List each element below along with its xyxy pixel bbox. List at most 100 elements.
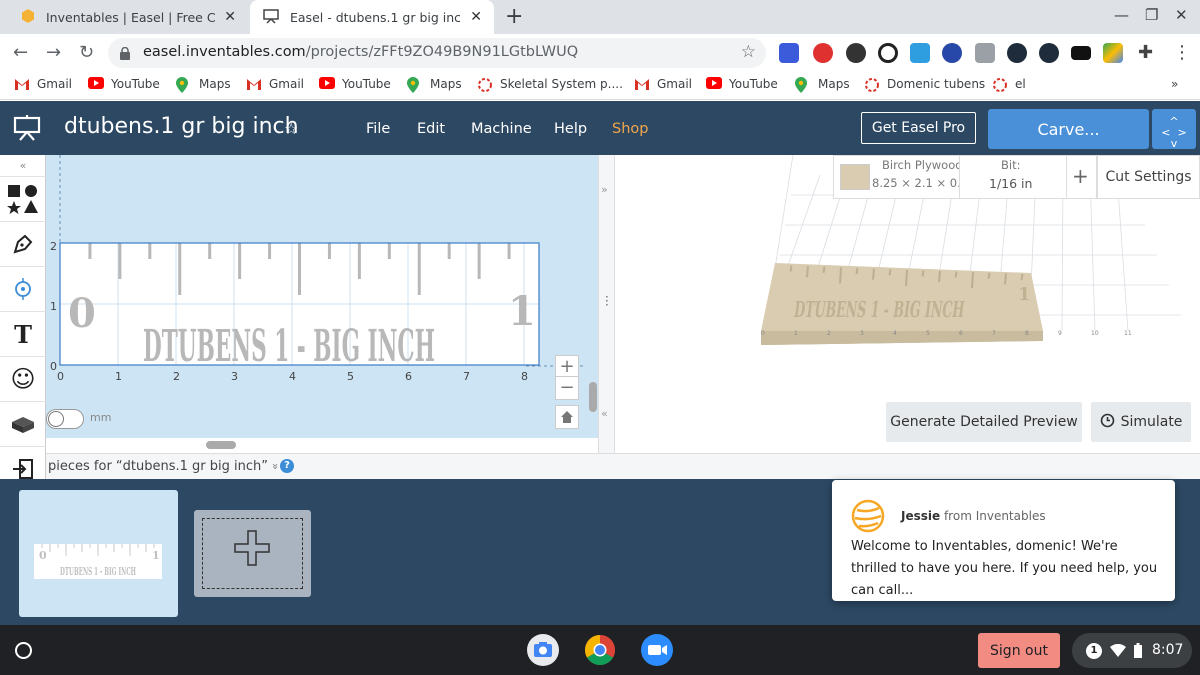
zoom-out-button[interactable]: − (555, 376, 579, 400)
sign-out-button[interactable]: Sign out (978, 633, 1060, 668)
tab-inventables[interactable]: Inventables | Easel | Free CNC Sc ✕ (8, 0, 248, 34)
bookmark-maps[interactable]: Maps (407, 77, 462, 93)
youtube-icon (88, 77, 104, 91)
icon-tool-smiley-icon[interactable]: ☺ (0, 357, 46, 402)
workpieces-label[interactable]: pieces for “dtubens.1 gr big inch” » (48, 459, 282, 474)
project-title[interactable]: dtubens.1 gr big inch (64, 114, 299, 139)
carve-button[interactable]: Carve... (988, 109, 1149, 149)
add-workpiece-button[interactable] (194, 510, 311, 597)
generate-detailed-preview-button[interactable]: Generate Detailed Preview (886, 402, 1082, 442)
easel-header: dtubens.1 gr big inch ☆ File Edit Machin… (0, 101, 1200, 155)
extension-shield-2-icon[interactable] (1039, 43, 1059, 63)
extension-target-icon[interactable] (878, 43, 898, 63)
extension-monitor-icon[interactable] (1071, 46, 1091, 60)
vertical-scrollbar[interactable] (589, 382, 597, 412)
workpiece-thumbnail[interactable]: 0 1 DTUBENS 1 - BIG INCH (19, 490, 178, 617)
preview-ruler-tick (921, 270, 925, 277)
minimize-icon[interactable]: — (1114, 6, 1129, 24)
text-tool-icon[interactable]: T (0, 312, 46, 357)
back-arrow-icon[interactable]: ← (13, 42, 28, 63)
camera-app-icon[interactable] (527, 634, 559, 666)
horizontal-scrollbar[interactable] (206, 441, 236, 449)
close-tab-icon[interactable]: ✕ (224, 9, 236, 25)
more-menu-icon[interactable]: ⋮ (1173, 42, 1191, 63)
bookmark-youtube[interactable]: YouTube (706, 77, 778, 91)
cut-settings-button[interactable]: Cut Settings (1097, 155, 1200, 199)
menu-edit[interactable]: Edit (417, 121, 445, 137)
drag-handle-icon[interactable]: · · · (605, 291, 609, 311)
bookmark-el[interactable]: el (992, 77, 1026, 92)
bit-value[interactable]: 1/16 in (989, 176, 1032, 191)
expand-arrows-icon[interactable]: ^ < > v (1152, 109, 1196, 149)
point-tool-icon[interactable] (0, 267, 46, 312)
zoom-app-icon[interactable] (641, 634, 673, 666)
collapse-left-chevron-icon[interactable]: « (601, 407, 608, 420)
expand-right-chevron-icon[interactable]: » (601, 183, 608, 196)
bookmark-skeletal-system[interactable]: Skeletal System p.... (477, 77, 623, 92)
panel-divider[interactable]: » · · · « (598, 155, 615, 453)
x-axis-tick-label: 1 (115, 370, 122, 383)
preview-x-tick-label: 9 (1058, 330, 1062, 337)
bookmark-youtube[interactable]: YouTube (88, 77, 160, 91)
bookmark-domenic-tubens[interactable]: Domenic tubens (864, 77, 985, 92)
close-window-icon[interactable]: ✕ (1175, 6, 1188, 24)
simulate-button[interactable]: Simulate (1091, 402, 1191, 442)
forward-arrow-icon[interactable]: → (46, 42, 61, 63)
pen-tool-icon[interactable] (0, 222, 46, 267)
gmail-icon (634, 77, 650, 91)
easel-logo-icon[interactable] (13, 115, 41, 141)
design-canvas[interactable]: 0 1 DTUBENS 1 - BIG INCH 012345678 210 m… (46, 155, 598, 449)
bookmark-maps[interactable]: Maps (176, 77, 231, 93)
shapes-tool-icon[interactable] (0, 177, 46, 222)
extension-puzzle-blob-icon[interactable] (846, 43, 866, 63)
chrome-app-icon[interactable] (584, 634, 616, 666)
add-bit-plus-icon[interactable]: + (1072, 164, 1089, 188)
new-tab-plus-icon[interactable]: + (505, 4, 523, 29)
bookmark-youtube[interactable]: YouTube (319, 77, 391, 91)
restore-window-icon[interactable]: ❐ (1145, 6, 1158, 24)
tab-easel[interactable]: Easel - dtubens.1 gr big inch ✕ (250, 0, 494, 34)
clock-icon (1100, 413, 1115, 432)
extensions-puzzle-icon[interactable]: ✚ (1138, 42, 1153, 63)
tab-title: Easel - dtubens.1 gr big inch (290, 9, 460, 25)
ruler-tick (208, 243, 212, 259)
close-tab-icon[interactable]: ✕ (470, 9, 482, 25)
x-axis-tick-label: 0 (57, 370, 64, 383)
launcher-circle-icon[interactable] (15, 642, 32, 659)
loading-icon (477, 77, 493, 92)
extension-image-icon[interactable] (910, 43, 930, 63)
units-toggle[interactable] (46, 409, 84, 429)
status-tray[interactable]: 1 8:07 (1072, 633, 1192, 668)
favorite-star-icon[interactable]: ☆ (284, 119, 298, 138)
help-question-icon[interactable]: ? (280, 459, 294, 473)
battery-icon (1134, 643, 1142, 662)
bookmark-star-icon[interactable]: ☆ (741, 42, 756, 62)
extension-c-icon[interactable] (779, 43, 799, 63)
bookmark-gmail[interactable]: Gmail (14, 77, 72, 91)
menu-help[interactable]: Help (554, 121, 587, 137)
extension-copy-icon[interactable] (975, 43, 995, 63)
preview-ruler-end-digit: 1 (1018, 284, 1031, 305)
collapse-up-icon[interactable]: « (0, 155, 46, 177)
address-bar[interactable]: easel.inventables.com/projects/zFFt9ZO49… (108, 38, 766, 68)
get-easel-pro-button[interactable]: Get Easel Pro (861, 112, 976, 144)
bookmark-gmail[interactable]: Gmail (634, 77, 692, 91)
menu-file[interactable]: File (366, 121, 390, 137)
chat-popup[interactable]: Jessie from Inventables Welcome to Inven… (832, 480, 1175, 601)
bookmark-maps[interactable]: Maps (795, 77, 850, 93)
home-view-icon[interactable] (555, 405, 579, 429)
extension-k-icon[interactable] (942, 43, 962, 63)
extension-opera-icon[interactable] (813, 43, 833, 63)
preview-x-tick-label: 2 (827, 330, 831, 337)
extension-shield-icon[interactable] (1007, 43, 1027, 63)
bookmarks-overflow-icon[interactable]: » (1171, 77, 1178, 91)
y-axis-tick-label: 1 (50, 300, 57, 313)
reload-icon[interactable]: ↻ (79, 42, 94, 63)
board-edge (761, 331, 1043, 345)
bookmark-gmail[interactable]: Gmail (246, 77, 304, 91)
material-selector[interactable]: Birch Plywood 8.25 × 2.1 × 0.5 Bit: 1/16… (833, 155, 1097, 199)
menu-shop[interactable]: Shop (612, 121, 648, 137)
google-drive-icon[interactable] (1103, 43, 1123, 63)
menu-machine[interactable]: Machine (471, 121, 532, 137)
apps-lego-icon[interactable] (0, 402, 46, 447)
